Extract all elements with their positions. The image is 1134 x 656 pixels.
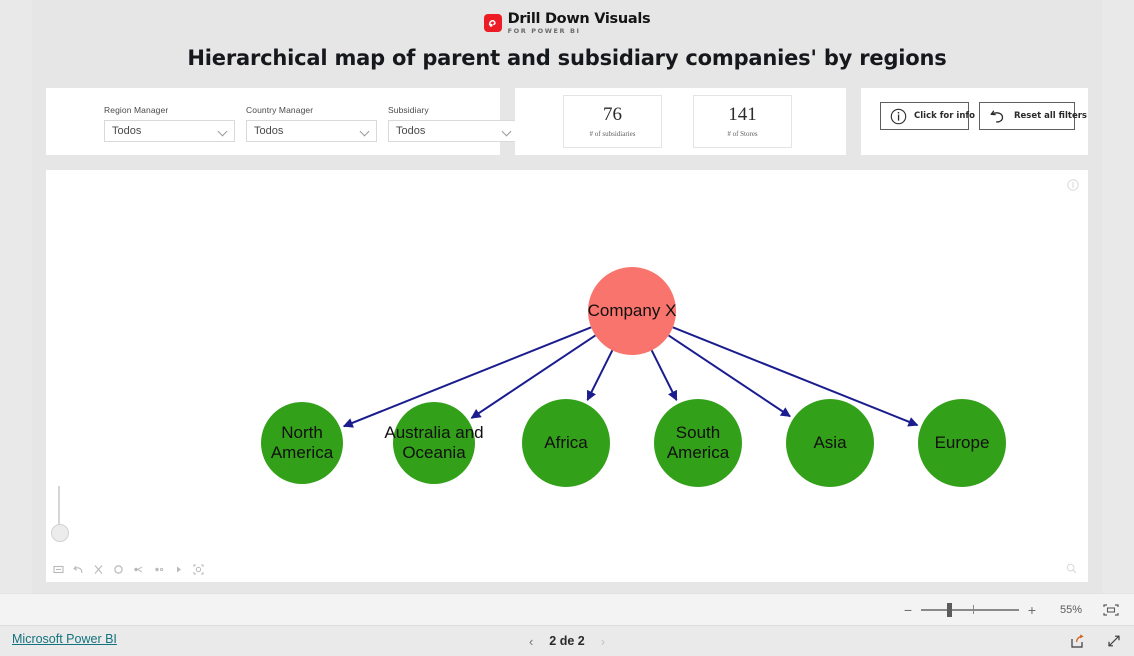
- drill-down-visuals-icon: [483, 14, 502, 32]
- zoom-out-button[interactable]: −: [900, 603, 916, 617]
- graph-node-south-america[interactable]: [654, 399, 742, 487]
- slicer-panel: Region Manager Todos Country Manager Tod…: [46, 88, 519, 155]
- brand-title: Drill Down Visuals: [507, 10, 651, 27]
- focus-icon[interactable]: [193, 564, 204, 575]
- slicer-region-manager: Region Manager Todos: [104, 105, 235, 142]
- graph-node-asia[interactable]: [786, 399, 874, 487]
- circle-layout-icon[interactable]: [113, 564, 124, 575]
- action-button-panel: Click for info Reset all filters: [861, 88, 1088, 155]
- undo-arrow-icon: [989, 108, 1007, 125]
- zoom-percent-label: 55%: [1059, 603, 1083, 616]
- slicer-value: Todos: [396, 125, 426, 137]
- slicer-subsidiary: Subsidiary Todos: [388, 105, 519, 142]
- button-label: Click for info: [914, 111, 975, 121]
- zoom-in-button[interactable]: +: [1024, 603, 1040, 617]
- status-bar-actions: [1070, 633, 1122, 649]
- network-graph[interactable]: [46, 170, 1088, 582]
- reset-all-filters-button[interactable]: Reset all filters: [979, 102, 1087, 130]
- kpi-label: # of Stores: [727, 130, 758, 139]
- fullscreen-icon[interactable]: [1106, 633, 1122, 649]
- fit-view-icon[interactable]: [53, 564, 64, 575]
- button-label: Reset all filters: [1014, 111, 1087, 121]
- undo-icon[interactable]: [73, 564, 84, 575]
- visual-zoom-slider[interactable]: [51, 486, 69, 542]
- kpi-label: # of subsidiaries: [589, 130, 636, 139]
- graph-node-australia-oceania[interactable]: [393, 402, 475, 484]
- slicer-dropdown[interactable]: Todos: [104, 120, 235, 142]
- slicer-dropdown[interactable]: Todos: [388, 120, 519, 142]
- graph-edge: [586, 349, 614, 401]
- share-icon[interactable]: [1070, 633, 1086, 649]
- kpi-subsidiaries[interactable]: 76 # of subsidiaries: [563, 95, 662, 148]
- brand-logo-text: Drill Down Visuals FOR POWER BI: [507, 10, 651, 35]
- visual-zoom-slider-handle[interactable]: [51, 524, 69, 542]
- zoom-bar: − + 55%: [0, 593, 1134, 625]
- hierarchical-network-visual[interactable]: Company X North America Australia and Oceani…: [46, 170, 1088, 582]
- chevron-down-icon: [361, 128, 370, 134]
- cut-icon[interactable]: [93, 564, 104, 575]
- page-title: Hierarchical map of parent and subsidiar…: [187, 46, 947, 70]
- zoom-slider-handle[interactable]: [947, 602, 952, 617]
- graph-node-root[interactable]: [588, 267, 676, 355]
- slicer-label: Region Manager: [104, 105, 169, 115]
- brand-logo: Drill Down Visuals FOR POWER BI: [32, 8, 1102, 38]
- slicer-label: Country Manager: [246, 105, 314, 115]
- power-bi-report-viewer: Drill Down Visuals FOR POWER BI Hierarch…: [0, 0, 1134, 656]
- chevron-down-icon: [219, 128, 228, 134]
- info-circle-icon: [890, 108, 907, 125]
- kpi-value: 76: [603, 103, 622, 125]
- brand-subtitle: FOR POWER BI: [507, 27, 581, 35]
- graph-node-africa[interactable]: [522, 399, 610, 487]
- collapse-nodes-icon[interactable]: [153, 564, 164, 575]
- graph-node-north-america[interactable]: [261, 402, 343, 484]
- graph-node-europe[interactable]: [918, 399, 1006, 487]
- slicer-country-manager: Country Manager Todos: [246, 105, 377, 142]
- zoom-slider-tick: [973, 604, 974, 614]
- graph-edge: [650, 349, 678, 401]
- slicer-dropdown[interactable]: Todos: [246, 120, 377, 142]
- fit-to-page-icon[interactable]: [1102, 603, 1120, 617]
- kpi-panel: 76 # of subsidiaries 141 # of Stores: [515, 88, 846, 155]
- graph-nodes[interactable]: [261, 267, 1006, 487]
- slicer-value: Todos: [254, 125, 284, 137]
- slicer-value: Todos: [112, 125, 142, 137]
- visual-toolbar[interactable]: [53, 564, 204, 575]
- zoom-slider[interactable]: [921, 602, 1019, 617]
- page-indicator: 2 de 2: [549, 634, 585, 648]
- click-for-info-button[interactable]: Click for info: [880, 102, 975, 130]
- expand-nodes-icon[interactable]: [133, 564, 144, 575]
- play-icon[interactable]: [173, 564, 184, 575]
- previous-page-button[interactable]: ‹: [529, 634, 533, 649]
- page-navigator: ‹ 2 de 2 ›: [0, 626, 1134, 656]
- chevron-down-icon: [503, 128, 512, 134]
- status-bar: Microsoft Power BI ‹ 2 de 2 ›: [0, 625, 1134, 656]
- report-canvas: Drill Down Visuals FOR POWER BI Hierarch…: [32, 0, 1102, 593]
- kpi-stores[interactable]: 141 # of Stores: [693, 95, 792, 148]
- next-page-button[interactable]: ›: [601, 634, 605, 649]
- slicer-label: Subsidiary: [388, 105, 429, 115]
- kpi-value: 141: [728, 103, 757, 125]
